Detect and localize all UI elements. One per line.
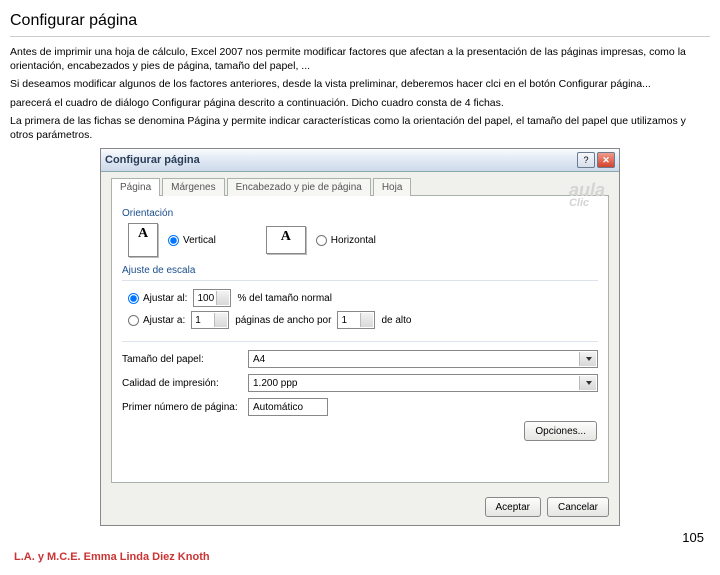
adjust-percent-spinner[interactable]: 100 [193, 289, 231, 307]
radio-fit-to-label: Ajustar a: [143, 315, 185, 326]
intro-para-4: La primera de las fichas se denomina Pág… [10, 114, 710, 142]
dialog-titlebar: Configurar página ? ✕ [101, 149, 619, 172]
print-quality-value: 1.200 ppp [253, 378, 298, 389]
radio-vertical[interactable]: Vertical [168, 235, 216, 246]
radio-fit-to[interactable]: Ajustar a: [128, 315, 185, 326]
first-page-label: Primer número de página: [122, 402, 240, 413]
radio-vertical-label: Vertical [183, 235, 216, 246]
radio-horizontal-input[interactable] [316, 235, 327, 246]
paper-size-combo[interactable]: A4 [248, 350, 598, 368]
close-button[interactable]: ✕ [597, 152, 615, 168]
intro-para-1: Antes de imprimir una hoja de cálculo, E… [10, 45, 710, 73]
fit-tall-label: de alto [381, 315, 411, 326]
radio-horizontal-label: Horizontal [331, 235, 376, 246]
ok-button[interactable]: Aceptar [485, 497, 541, 517]
page-title: Configurar página [10, 8, 710, 37]
print-quality-combo[interactable]: 1.200 ppp [248, 374, 598, 392]
cancel-button[interactable]: Cancelar [547, 497, 609, 517]
adjust-percent-suffix: % del tamaño normal [237, 293, 332, 304]
tab-hoja[interactable]: Hoja [373, 178, 412, 196]
print-quality-label: Calidad de impresión: [122, 378, 240, 389]
radio-vertical-input[interactable] [168, 235, 179, 246]
help-button[interactable]: ? [577, 152, 595, 168]
landscape-thumb-icon: A [266, 226, 306, 254]
fit-wide-label: páginas de ancho por [235, 315, 331, 326]
radio-horizontal[interactable]: Horizontal [316, 235, 376, 246]
tab-strip: Página Márgenes Encabezado y pie de pági… [111, 178, 609, 196]
tab-pagina[interactable]: Página [111, 178, 160, 196]
tab-margenes[interactable]: Márgenes [162, 178, 224, 196]
radio-adjust-to-input[interactable] [128, 293, 139, 304]
chevron-down-icon [586, 381, 592, 385]
tab-pane-pagina: Orientación A Vertical A Horizontal Ajus… [111, 195, 609, 483]
page-setup-dialog: Configurar página ? ✕ aulaClic Página Má… [100, 148, 620, 526]
first-page-input[interactable]: Automático [248, 398, 328, 416]
radio-fit-to-input[interactable] [128, 315, 139, 326]
group-scaling-label: Ajuste de escala [122, 265, 598, 276]
chevron-down-icon [586, 357, 592, 361]
fit-tall-spinner[interactable]: 1 [337, 311, 375, 329]
fit-wide-spinner[interactable]: 1 [191, 311, 229, 329]
radio-adjust-to[interactable]: Ajustar al: [128, 293, 187, 304]
group-orientation-label: Orientación [122, 208, 598, 219]
page-number: 105 [10, 530, 704, 545]
portrait-thumb-icon: A [128, 223, 158, 257]
dialog-title: Configurar página [105, 154, 575, 166]
radio-adjust-to-label: Ajustar al: [143, 293, 187, 304]
author-credit: L.A. y M.C.E. Emma Linda Diez Knoth [14, 551, 706, 563]
paper-size-label: Tamaño del papel: [122, 354, 240, 365]
intro-para-3: parecerá el cuadro de diálogo Configurar… [10, 96, 710, 110]
intro-para-2: Si deseamos modificar algunos de los fac… [10, 77, 710, 91]
tab-encabezado[interactable]: Encabezado y pie de página [227, 178, 371, 196]
paper-size-value: A4 [253, 354, 265, 365]
options-button[interactable]: Opciones... [524, 421, 597, 441]
